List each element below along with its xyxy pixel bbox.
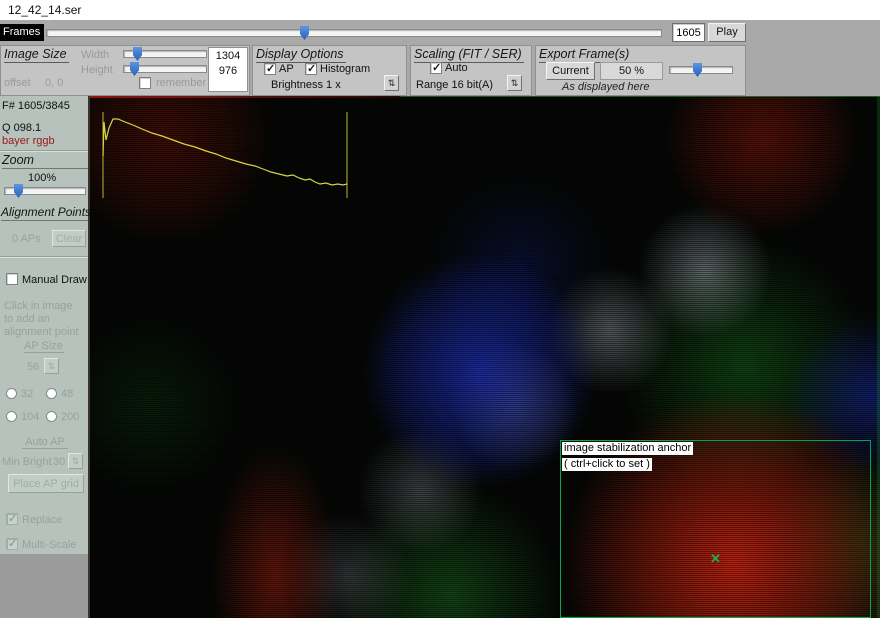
ap-size-48-label: 48 (61, 388, 73, 400)
frames-slider-track[interactable] (46, 29, 662, 37)
ap-count-label: 0 APs (12, 233, 41, 245)
play-button[interactable]: Play (708, 23, 746, 42)
zoom-section-title: Zoom (2, 153, 88, 169)
app-window: 12_42_14.ser Frames Play Image Size Widt… (0, 0, 880, 618)
window-title: 12_42_14.ser (8, 3, 81, 17)
bayer-pattern-label: bayer rggb (2, 135, 55, 147)
ap-size-200-radio[interactable] (46, 411, 57, 422)
image-canvas[interactable]: image stabilization anchor ( ctrl+click … (90, 96, 880, 618)
anchor-cross-icon: ✕ (710, 551, 721, 567)
remember-label: remember (156, 77, 206, 89)
range-label: Range 16 bit(A) (416, 79, 493, 91)
multi-scale-label: Multi-Scale (22, 539, 76, 551)
width-value: 1304 (209, 50, 247, 62)
min-bright-label: Min Bright (2, 456, 52, 468)
place-ap-grid-button[interactable]: Place AP grid (8, 474, 84, 493)
zoom-slider-thumb[interactable] (14, 184, 23, 198)
toolbar: Image Size Width Height 1304 976 offset … (0, 45, 880, 96)
auto-label: Auto (445, 62, 468, 74)
scaling-group: Scaling (FIT / SER) Auto Range 16 bit(A)… (410, 45, 532, 96)
brightness-label: Brightness 1 x (271, 79, 341, 91)
export-percent-button[interactable]: 50 % (600, 62, 663, 80)
size-value-box: 1304 976 (208, 47, 248, 92)
range-spinner-icon[interactable]: ⇅ (507, 75, 522, 91)
remember-checkbox[interactable] (139, 77, 151, 89)
display-options-title: Display Options (256, 47, 346, 63)
frames-slider-thumb[interactable] (300, 26, 309, 40)
frames-label: Frames (0, 24, 44, 41)
quality-readout: Q 098.1 (2, 122, 41, 134)
ap-label: AP (279, 63, 294, 75)
ap-size-200-label: 200 (61, 411, 79, 423)
histogram-checkbox[interactable] (305, 63, 317, 75)
min-bright-spinner-icon[interactable]: ⇅ (68, 453, 83, 469)
export-slider-thumb[interactable] (693, 63, 702, 77)
histogram-label: Histogram (320, 63, 370, 75)
frame-counter: F# 1605/3845 (2, 100, 70, 112)
height-value: 976 (209, 65, 247, 77)
display-options-group: Display Options AP Histogram Brightness … (252, 45, 407, 96)
ap-size-104-label: 104 (21, 411, 39, 423)
height-label: Height (81, 64, 113, 76)
auto-ap-title: Auto AP (22, 436, 68, 449)
export-title: Export Frame(s) (539, 47, 631, 63)
anchor-box-hint: ( ctrl+click to set ) (562, 458, 652, 471)
export-note: As displayed here (562, 81, 649, 93)
scaling-title: Scaling (FIT / SER) (414, 47, 524, 63)
alignment-points-title: Alignment Points (1, 205, 88, 221)
manual-draw-label: Manual Draw (22, 274, 87, 286)
height-slider-thumb[interactable] (130, 62, 139, 76)
width-label: Width (81, 49, 109, 61)
stabilization-anchor-box[interactable]: image stabilization anchor ( ctrl+click … (560, 440, 871, 618)
auto-checkbox[interactable] (430, 62, 442, 74)
ap-hint-line1: Click in image (4, 300, 72, 312)
ap-size-title: AP Size (24, 340, 64, 353)
title-bar: 12_42_14.ser (0, 0, 880, 20)
ap-checkbox[interactable] (264, 63, 276, 75)
histogram-curve (103, 119, 347, 185)
multi-scale-checkbox[interactable] (6, 538, 18, 550)
ap-size-48-radio[interactable] (46, 388, 57, 399)
separator (0, 150, 88, 151)
ap-hint-line2: to add an (4, 313, 50, 325)
zoom-value: 100% (28, 172, 56, 184)
replace-label: Replace (22, 514, 62, 526)
sidebar: F# 1605/3845 Q 098.1 bayer rggb Zoom 100… (0, 96, 90, 618)
ap-size-32-label: 32 (21, 388, 33, 400)
canvas-top-red-strip (90, 96, 400, 98)
ap-size-value: 56 (27, 361, 39, 373)
ap-size-32-radio[interactable] (6, 388, 17, 399)
export-group: Export Frame(s) Current 50 % As displaye… (535, 45, 746, 96)
clear-aps-button[interactable]: Clear (52, 230, 86, 247)
sidebar-footer (0, 554, 88, 618)
ap-size-104-radio[interactable] (6, 411, 17, 422)
brightness-spinner-icon[interactable]: ⇅ (384, 75, 399, 91)
manual-draw-checkbox[interactable] (6, 273, 18, 285)
min-bright-value: 30 (53, 456, 65, 468)
image-size-group: Image Size Width Height 1304 976 offset … (0, 45, 250, 96)
anchor-box-title: image stabilization anchor (562, 442, 693, 455)
replace-checkbox[interactable] (6, 513, 18, 525)
offset-value: 0, 0 (45, 77, 63, 89)
width-slider-thumb[interactable] (133, 47, 142, 61)
separator (0, 256, 88, 257)
canvas-top-green-strip (400, 96, 880, 97)
ap-hint-line3: alignment point (4, 326, 79, 338)
offset-label: offset (4, 77, 31, 89)
frame-number-input[interactable] (672, 23, 705, 42)
export-current-button[interactable]: Current (546, 62, 595, 80)
frames-bar: Frames Play (0, 20, 880, 45)
ap-size-spinner-icon[interactable]: ⇅ (44, 358, 59, 374)
image-size-title: Image Size (4, 47, 69, 63)
histogram-overlay (100, 106, 350, 201)
